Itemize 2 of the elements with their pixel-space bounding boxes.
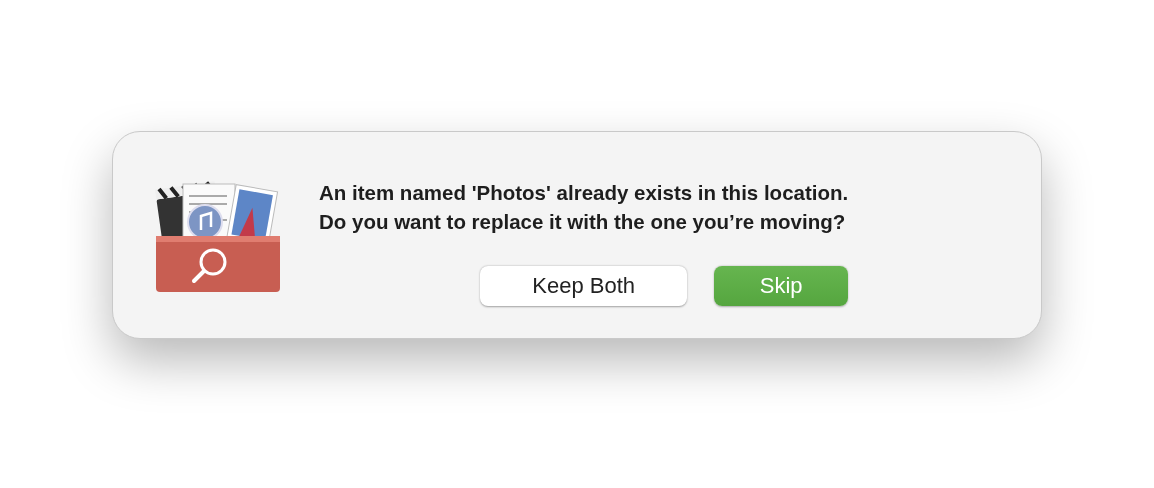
- dialog-message: An item named 'Photos' already exists in this location. Do you want to replace it with the one you’re moving?: [319, 180, 849, 235]
- secondary-button[interactable]: Keep Both: [480, 266, 688, 306]
